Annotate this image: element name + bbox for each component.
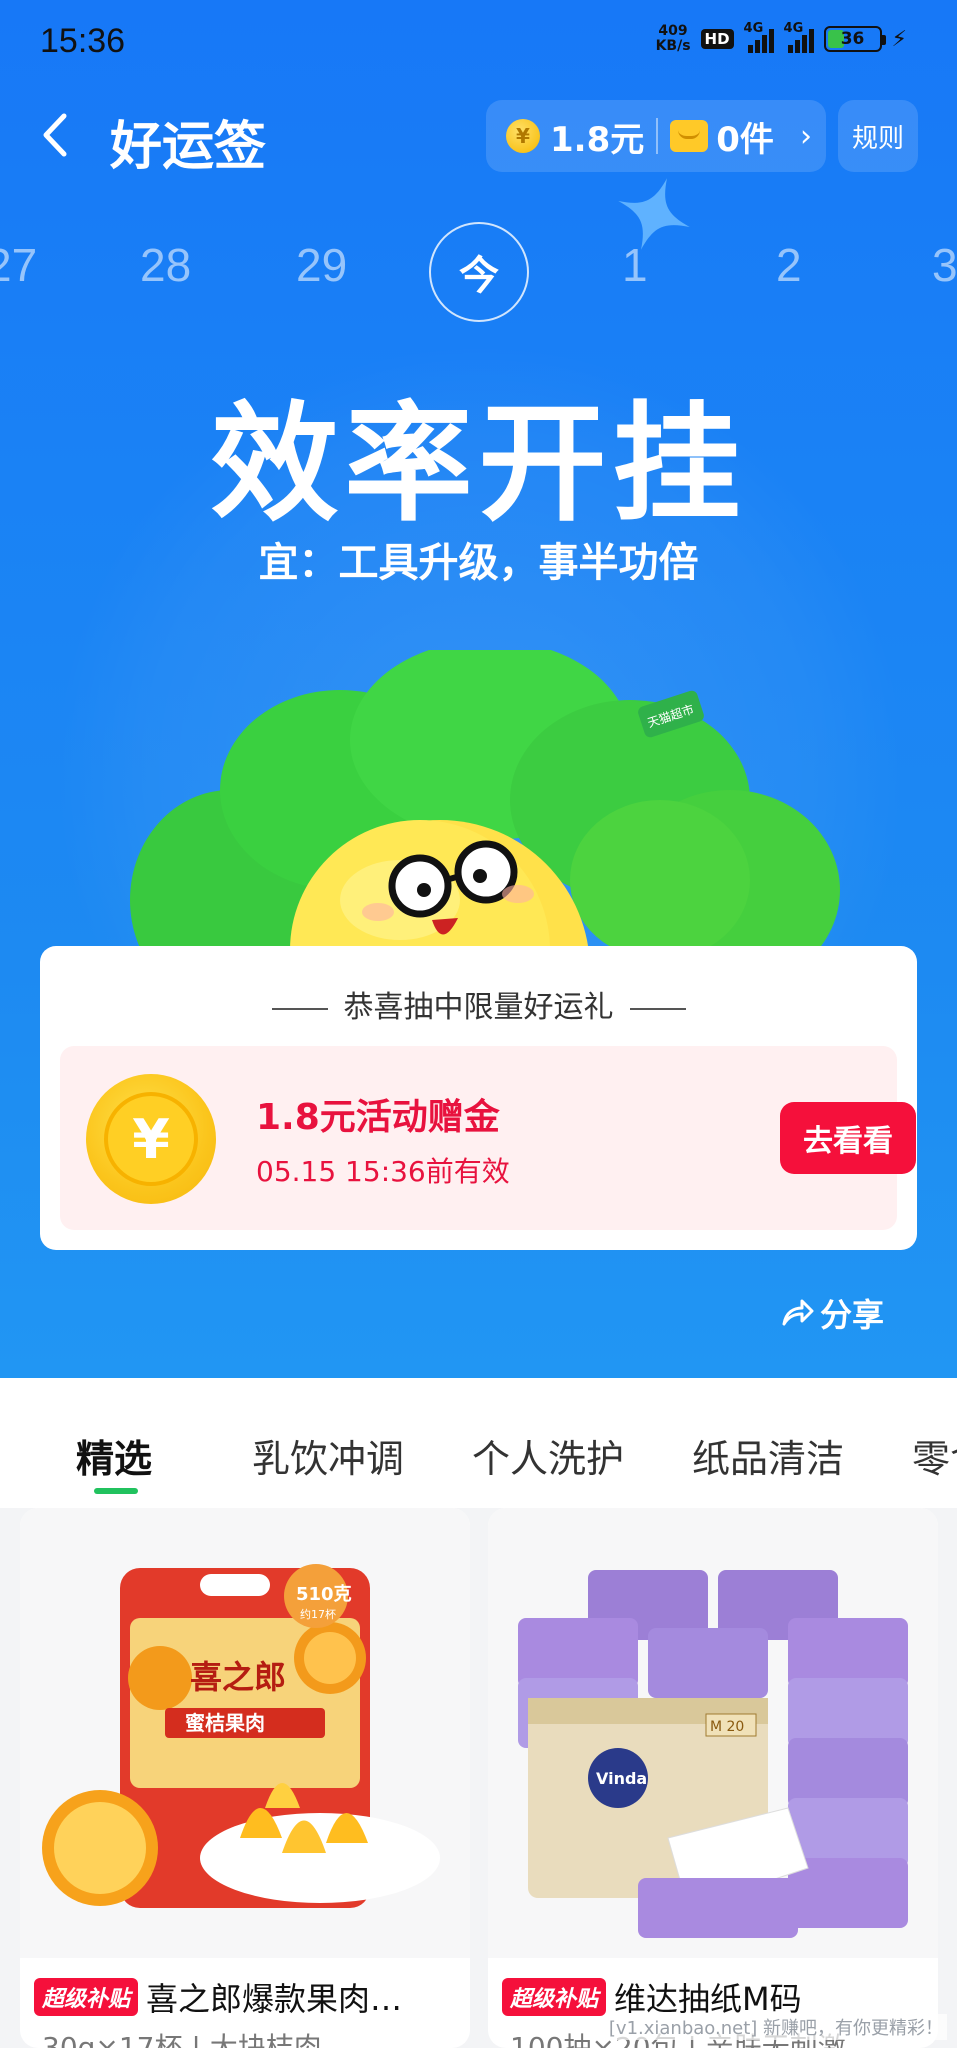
status-bar: 15:36 409 KB/s HD 4G 4G 36 ⚡ [0, 0, 957, 90]
view-prize-button[interactable]: 去看看 [780, 1102, 916, 1174]
pack-size: M 20 [710, 1719, 744, 1735]
date-item[interactable]: 1 [622, 238, 648, 292]
pack-brand: Vinda [596, 1769, 647, 1788]
date-today[interactable]: 今 [429, 222, 529, 322]
product-name: 喜之郎爆款果肉… [146, 1980, 403, 2018]
fortune-title: 效率开挂 [210, 390, 747, 539]
wallet-summary-button[interactable]: ¥ 1.8元 0件 › [486, 100, 826, 172]
coin-amount: 1.8元 [550, 119, 645, 160]
product-image: 510克 约17杯 喜之郎 蜜桔果肉 [20, 1508, 470, 1958]
date-strip: 27 28 29 今 1 2 3 [0, 222, 957, 322]
battery-icon: 36 [823, 26, 886, 52]
product-card[interactable]: 510克 约17杯 喜之郎 蜜桔果肉 超级补贴 喜之郎爆款果肉… 30g×17杯… [20, 1508, 470, 2048]
fortune-subtitle: 宜：工具升级，事半功倍 [258, 540, 699, 586]
share-label: 分享 [820, 1296, 885, 1334]
jelly-pack-image: 510克 约17杯 喜之郎 蜜桔果肉 [42, 1564, 440, 1908]
product-spec: 30g×17杯 | 大块桔肉 [42, 2031, 322, 2048]
battery-level: 36 [840, 29, 865, 49]
tab-paper-cleaning[interactable]: 纸品清洁 [692, 1428, 844, 1483]
active-tab-indicator [94, 1488, 138, 1494]
product-card[interactable]: Vinda M 20 超级补贴 维达抽纸M码 100抽×20包 | 亲肤无刺激 [488, 1508, 938, 2048]
item-count: 0件 [716, 119, 774, 160]
gift-bag-icon [670, 120, 709, 152]
coin-icon: ¥ [506, 119, 540, 153]
prize-header: 恭喜抽中限量好运礼 [40, 982, 917, 1026]
coin-symbol: ¥ [132, 1107, 170, 1171]
coin-icon: ¥ [86, 1074, 216, 1204]
pack-count: 约17杯 [300, 1607, 336, 1621]
rules-button[interactable]: 规则 [838, 100, 918, 172]
date-item[interactable]: 3 [932, 238, 957, 292]
product-grid: 510克 约17杯 喜之郎 蜜桔果肉 超级补贴 喜之郎爆款果肉… 30g×17杯… [0, 1508, 957, 2048]
network-speed: 409 KB/s [656, 24, 691, 54]
prize-header-text: 恭喜抽中限量好运礼 [343, 990, 614, 1025]
date-item[interactable]: 28 [140, 238, 191, 292]
tab-featured[interactable]: 精选 [76, 1428, 152, 1483]
category-tabs: 精选 乳饮冲调 个人洗护 纸品清洁 零食 [0, 1378, 957, 1508]
date-item[interactable]: 29 [296, 238, 347, 292]
share-button[interactable]: 分享 [780, 1290, 884, 1336]
wallet-divider [656, 118, 659, 154]
status-indicators: 409 KB/s HD 4G 4G 36 ⚡ [656, 21, 907, 54]
charging-icon: ⚡ [891, 26, 907, 52]
share-icon [782, 1299, 814, 1326]
status-time: 15:36 [40, 22, 126, 60]
tab-personal-care[interactable]: 个人洗护 [472, 1428, 624, 1483]
hero-section: 15:36 409 KB/s HD 4G 4G 36 ⚡ 好运签 ¥ 1.8元 … [0, 0, 957, 1378]
signal-icon: 4G [784, 21, 814, 53]
date-item[interactable]: 2 [776, 238, 802, 292]
tissue-pack-image: Vinda M 20 [518, 1570, 908, 1938]
tab-snacks[interactable]: 零食 [912, 1428, 957, 1483]
sim2-network-label: 4G [783, 21, 804, 36]
prize-validity: 05.15 15:36前有效 [256, 1155, 510, 1188]
watermark: [v1.xianbao.net] 新赚吧，有你更精彩！ [604, 2014, 947, 2040]
chevron-right-icon: › [800, 118, 812, 154]
pack-name: 蜜桔果肉 [185, 1711, 265, 1735]
product-title: 超级补贴 喜之郎爆款果肉… [34, 1974, 402, 2020]
chevron-left-icon [43, 113, 67, 157]
page-title: 好运签 [110, 117, 267, 177]
tab-dairy-drinks[interactable]: 乳饮冲调 [252, 1428, 404, 1483]
signal-icon: 4G [744, 21, 774, 53]
network-speed-unit: KB/s [655, 38, 691, 54]
subsidy-badge: 超级补贴 [502, 1978, 607, 2016]
prize-card: 恭喜抽中限量好运礼 ¥ 1.8元活动赠金 05.15 15:36前有效 去看看 [40, 946, 917, 1250]
network-speed-value: 409 [658, 23, 688, 39]
product-image: Vinda M 20 [488, 1508, 938, 1958]
hd-voice-icon: HD [700, 29, 734, 49]
mascot-illustration: 天猫超市 [130, 650, 840, 970]
prize-item: ¥ 1.8元活动赠金 05.15 15:36前有效 去看看 [60, 1046, 916, 1230]
back-button[interactable] [36, 110, 76, 160]
pack-weight: 510克 [296, 1583, 352, 1605]
prize-name: 1.8元活动赠金 [256, 1097, 500, 1138]
pack-brand: 喜之郎 [190, 1658, 286, 1696]
date-item[interactable]: 27 [0, 238, 37, 292]
sim1-network-label: 4G [743, 21, 764, 36]
subsidy-badge: 超级补贴 [34, 1978, 139, 2016]
